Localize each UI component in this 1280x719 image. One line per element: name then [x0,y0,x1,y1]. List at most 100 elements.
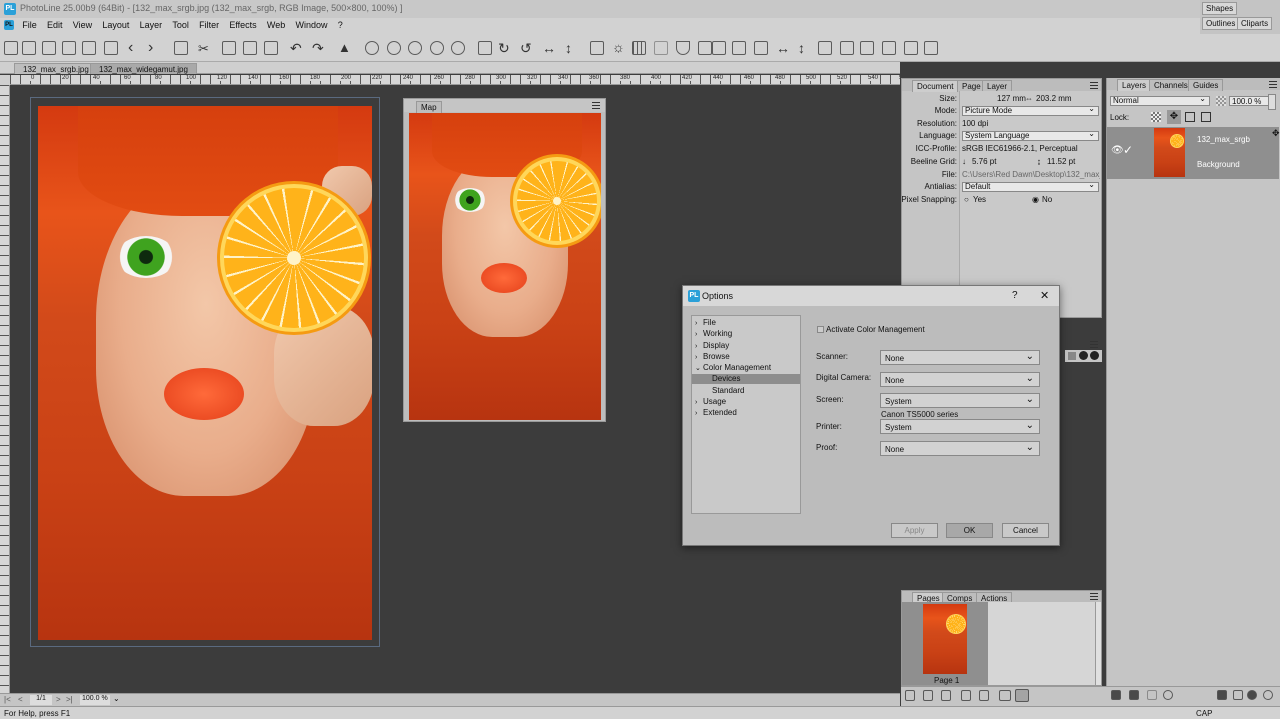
rotate-ccw-icon[interactable]: ↺ [520,40,532,57]
histogram-icon[interactable]: ▲ [338,40,351,55]
layer-pin-icon[interactable]: ✥ [1272,128,1280,139]
baseline-value-b[interactable]: 11.52 pt [1047,157,1075,166]
transparency-grid-icon[interactable] [654,41,668,55]
align-top-icon[interactable] [860,41,874,55]
menu-filter[interactable]: Filter [195,18,223,30]
brightness-icon[interactable]: ☼ [612,39,625,55]
select-icon[interactable] [590,41,604,55]
save-icon[interactable] [62,41,76,55]
page-delete-icon[interactable] [905,690,915,701]
doc-menu-icon[interactable]: PL [4,20,14,30]
tree-item-usage[interactable]: › Usage [695,397,726,406]
tree-item-standard[interactable]: Standard [712,386,744,395]
next-page-icon[interactable]: > [56,695,61,704]
printer-select[interactable]: System [880,419,1040,434]
tab-channels[interactable]: Channels [1149,79,1193,91]
blend-mode-select[interactable]: Normal [1110,95,1210,106]
proof-select[interactable]: None [880,441,1040,456]
doc-tab-widegamut[interactable]: 132_max_widegamut.jpg [90,63,197,74]
redo-icon[interactable]: ↷ [312,40,324,57]
snap-yes-radio[interactable]: ○ [964,195,969,204]
print-icon[interactable] [174,41,188,55]
dialog-help-button[interactable]: ? [1012,290,1018,301]
size-height[interactable]: 203.2 mm [1036,94,1072,103]
back-icon[interactable]: ‹ [128,39,133,57]
menu-tool[interactable]: Tool [168,18,193,30]
first-page-icon[interactable]: |< [4,695,11,704]
menu-layer[interactable]: Layer [136,18,167,30]
page-item[interactable]: Page 1 [902,602,988,685]
tab-map[interactable]: Map [416,101,442,113]
text-frame-icon[interactable] [712,41,726,55]
dialog-close-button[interactable]: ✕ [1040,289,1049,302]
paste-special-icon[interactable] [264,41,278,55]
tab-guides[interactable]: Guides [1188,79,1224,91]
delete-icon[interactable] [1068,352,1076,360]
rotate-icon[interactable]: ↻ [498,40,510,57]
activate-color-management-checkbox[interactable] [817,326,824,333]
lock-move-icon[interactable]: ✥ [1167,110,1181,124]
page-view-grid-icon[interactable] [1015,689,1029,702]
layer-copy-icon[interactable] [1129,690,1139,700]
zoom-fit-icon[interactable] [365,41,379,55]
page-copy-icon[interactable] [923,690,933,701]
zoom-out-icon[interactable] [408,41,422,55]
paste-icon[interactable] [243,41,257,55]
scanner-select[interactable]: None [880,350,1040,365]
undo-icon[interactable]: ↶ [290,40,302,57]
layer-info-icon[interactable] [1163,690,1173,700]
page-export-icon[interactable] [961,690,971,701]
align-right-icon[interactable] [840,41,854,55]
tab-outlines[interactable]: Outlines [1202,17,1240,30]
link-icon[interactable]: ⇔ [1025,94,1033,103]
antialias-select[interactable]: Default [962,181,1099,192]
tree-item-display[interactable]: › Display [695,341,729,350]
last-page-icon[interactable]: >| [66,695,73,704]
page-import-icon[interactable] [979,690,989,701]
menu-help[interactable]: ? [334,18,347,30]
menu-layout[interactable]: Layout [98,18,133,30]
baseline-value-a[interactable]: 5.76 pt [972,157,996,166]
add-icon[interactable] [1079,351,1088,360]
digital-camera-select[interactable]: None [880,372,1040,387]
tree-item-devices[interactable]: Devices [692,374,800,384]
align-vcenter-icon[interactable] [904,41,918,55]
browse-icon[interactable] [42,41,56,55]
layer-mask-icon[interactable] [1217,690,1227,700]
menu-view[interactable]: View [69,18,96,30]
page-field[interactable]: 1/1 [30,695,52,705]
align-bottom-icon[interactable] [882,41,896,55]
map-preview[interactable] [409,113,601,420]
tab-document[interactable]: Document [912,80,959,92]
layer-group-icon[interactable] [1233,690,1243,700]
copy-icon[interactable] [222,41,236,55]
panel-icon[interactable] [82,41,96,55]
align-center-icon[interactable]: ↔ [776,40,790,56]
cut-icon[interactable]: ✂ [198,41,209,57]
layer-new-icon[interactable] [1111,690,1121,700]
grid-icon[interactable] [632,41,646,55]
zoom-field[interactable]: 100.0 % [80,695,110,705]
magnet-icon[interactable] [676,41,690,55]
zoom-dropdown-icon[interactable]: ⌄ [113,694,120,703]
screen-select[interactable]: System [880,393,1040,408]
tree-item-extended[interactable]: › Extended [695,408,737,417]
zoom-in-icon[interactable] [387,41,401,55]
lock-edit-icon[interactable] [1201,112,1211,122]
canvas-image[interactable] [38,106,372,640]
layer-row[interactable]: 👁 ✓ 132_max_srgb Background [1107,127,1279,179]
menu-window[interactable]: Window [292,18,332,30]
align-middle-icon[interactable]: ↕ [798,40,805,56]
center-icon[interactable] [924,41,938,55]
language-select[interactable]: System Language [962,130,1099,141]
size-width[interactable]: 127 mm [997,94,1026,103]
zoom-100-icon[interactable] [430,41,444,55]
pages-scrollbar[interactable] [1095,602,1101,685]
pages-panel-menu-icon[interactable] [1090,593,1098,600]
layer-effect-icon[interactable] [1247,690,1257,700]
crop-icon[interactable] [478,41,492,55]
tree-item-file[interactable]: › File [695,318,716,327]
menu-edit[interactable]: Edit [43,18,67,30]
tab-layers[interactable]: Layers [1117,79,1152,91]
forward-icon[interactable]: › [148,39,153,57]
